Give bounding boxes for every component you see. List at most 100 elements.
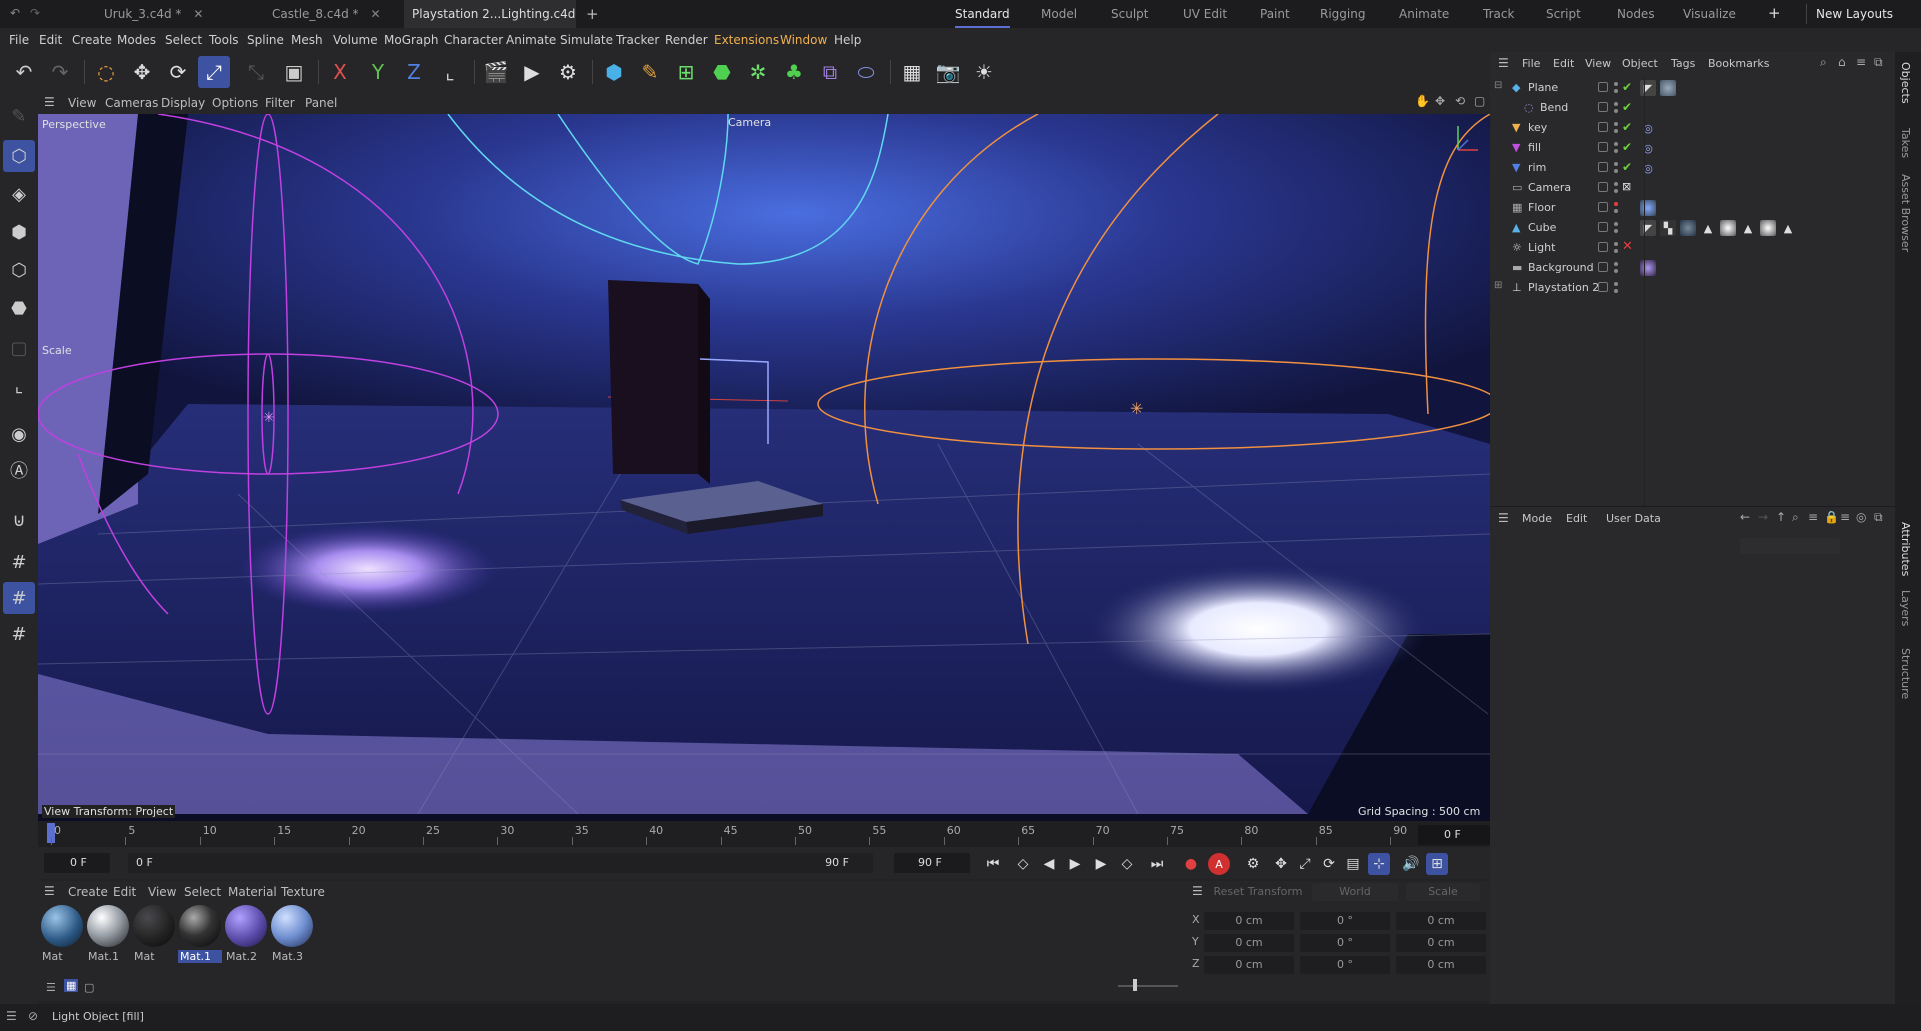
model-mode-icon[interactable]: ⬡: [3, 140, 35, 172]
material-swatch[interactable]: Mat.3: [270, 905, 314, 967]
expand-icon[interactable]: ⊞: [1494, 280, 1502, 291]
object-row-cube[interactable]: ▲ Cube ◤ ▚ ▲ ▲ ▲: [1490, 218, 1895, 238]
workplane-grid-icon[interactable]: #: [3, 546, 35, 578]
phong-tag-icon[interactable]: ◤: [1640, 80, 1656, 96]
locked-workplane-icon[interactable]: #: [3, 618, 35, 650]
edit-visibility-icon[interactable]: [1598, 82, 1608, 92]
forward-arrow-icon[interactable]: →: [1758, 510, 1768, 524]
menu-create[interactable]: Create: [72, 28, 112, 52]
scale-icon[interactable]: ⤢: [198, 56, 230, 88]
editor-visibility-dot[interactable]: [1614, 262, 1618, 266]
viewport-menu-panel[interactable]: Panel: [305, 92, 337, 114]
enabled-check-icon[interactable]: ✔: [1622, 140, 1632, 154]
filter-icon[interactable]: ≡: [1856, 55, 1866, 69]
edit-visibility-icon[interactable]: [1598, 102, 1608, 112]
uvw-tag-icon[interactable]: ▚: [1660, 220, 1676, 236]
grid-view-icon[interactable]: ▦: [64, 979, 79, 992]
rotate-icon[interactable]: ⟳: [162, 56, 194, 88]
menu-simulate[interactable]: Simulate: [560, 28, 613, 52]
auto-snap-icon[interactable]: Ⓐ: [3, 454, 35, 486]
texture-mode-icon[interactable]: ◈: [3, 178, 35, 210]
object-menu-view[interactable]: View: [1585, 52, 1611, 76]
object-row-camera[interactable]: ▭ Camera ⊠: [1490, 178, 1895, 198]
key-rotation-icon[interactable]: ⟳: [1318, 853, 1340, 875]
material-menu-texture[interactable]: Texture: [281, 881, 325, 903]
move-icon[interactable]: ✥: [126, 56, 158, 88]
extrude-icon[interactable]: ⬣: [706, 56, 738, 88]
object-row-bend[interactable]: ◌ Bend ✔: [1490, 98, 1895, 118]
attr-menu-edit[interactable]: Edit: [1566, 507, 1587, 531]
layout-script[interactable]: Script: [1546, 0, 1581, 28]
settings-icon[interactable]: ≡: [1840, 510, 1850, 524]
target-icon[interactable]: ◎: [1856, 510, 1866, 524]
menu-volume[interactable]: Volume: [333, 28, 378, 52]
axis-mode-icon[interactable]: ⌞: [3, 370, 35, 402]
position-z-field[interactable]: 0 cm: [1204, 956, 1294, 974]
document-tab[interactable]: Castle_8.c4d * ✕: [230, 0, 400, 28]
editor-visibility-dot[interactable]: [1614, 182, 1618, 186]
redo-icon[interactable]: ↷: [44, 56, 76, 88]
menu-mesh[interactable]: Mesh: [291, 28, 323, 52]
layout-nodes[interactable]: Nodes: [1617, 0, 1655, 28]
edit-visibility-icon[interactable]: [1598, 162, 1608, 172]
enabled-check-icon[interactable]: ✔: [1622, 80, 1632, 94]
render-settings-icon[interactable]: ⚙: [552, 56, 584, 88]
attributes-field[interactable]: [1740, 538, 1840, 554]
cube-primitive-icon[interactable]: ⬢: [598, 56, 630, 88]
menu-help[interactable]: Help: [834, 28, 861, 52]
edit-visibility-icon[interactable]: [1598, 242, 1608, 252]
viewport-menu-options[interactable]: Options: [212, 92, 258, 114]
list-view-icon[interactable]: ☰: [46, 981, 56, 994]
coordinate-system-icon[interactable]: ⌞: [434, 56, 466, 88]
edges-mode-icon[interactable]: ⬡: [3, 254, 35, 286]
object-row-playstation-2[interactable]: ⊞ ⊥ Playstation 2: [1490, 278, 1895, 298]
render-visibility-dot[interactable]: [1614, 89, 1618, 93]
document-tab[interactable]: Uruk_3.c4d * ✕: [66, 0, 226, 28]
menu-edit[interactable]: Edit: [39, 28, 62, 52]
side-tab-layers[interactable]: Layers: [1899, 590, 1912, 626]
material-menu-material[interactable]: Material: [228, 881, 277, 903]
new-tab-icon[interactable]: +: [586, 5, 599, 23]
object-menu-edit[interactable]: Edit: [1553, 52, 1574, 76]
material-menu-view[interactable]: View: [148, 881, 176, 903]
rotation-x-field[interactable]: 0 °: [1300, 912, 1390, 930]
scale-z-field[interactable]: 0 cm: [1396, 956, 1486, 974]
material-tag-icon[interactable]: [1640, 260, 1656, 276]
light-icon[interactable]: ☀: [968, 56, 1000, 88]
editor-visibility-dot[interactable]: [1614, 122, 1618, 126]
menu-render[interactable]: Render: [665, 28, 708, 52]
mograph-icon[interactable]: ♣: [778, 56, 810, 88]
points-mode-icon[interactable]: ⬢: [3, 216, 35, 248]
field-icon[interactable]: ⬭: [850, 56, 882, 88]
uv-mode-icon[interactable]: ▢: [3, 332, 35, 364]
material-menu-edit[interactable]: Edit: [113, 881, 136, 903]
undo-icon[interactable]: ↶: [8, 56, 40, 88]
document-tab-active[interactable]: Playstation 2...Lighting.c4d *✕: [404, 0, 576, 49]
viewport-move-icon[interactable]: ✥: [1435, 94, 1445, 108]
key-pla-icon[interactable]: ⊹: [1368, 853, 1390, 875]
object-menu-object[interactable]: Object: [1622, 52, 1658, 76]
snap-grid-icon[interactable]: #: [3, 582, 35, 614]
viewport-pan-icon[interactable]: ✋: [1415, 94, 1430, 108]
attr-menu-user-data[interactable]: User Data: [1606, 507, 1661, 531]
selection-tag-icon[interactable]: ▲: [1780, 220, 1796, 236]
polygons-mode-icon[interactable]: ⬣: [3, 292, 35, 324]
menu-mograph[interactable]: MoGraph: [384, 28, 439, 52]
add-layout-icon[interactable]: +: [1768, 4, 1781, 22]
z-axis-icon[interactable]: Z: [398, 56, 430, 88]
disabled-cross-icon[interactable]: ✕: [1622, 239, 1633, 254]
new-window-icon[interactable]: ⧉: [1874, 55, 1883, 70]
viewport-menu-view[interactable]: View: [68, 92, 96, 114]
object-hamburger-icon[interactable]: ☰: [1498, 56, 1509, 70]
menu-modes[interactable]: Modes: [117, 28, 156, 52]
material-swatch[interactable]: Mat.1: [178, 905, 222, 967]
key-position-icon[interactable]: ✥: [1270, 853, 1292, 875]
zoom-slider-handle[interactable]: [1133, 979, 1137, 991]
menu-character[interactable]: Character: [444, 28, 503, 52]
key-scale-icon[interactable]: ⤢: [1294, 853, 1316, 875]
layout-model[interactable]: Model: [1041, 0, 1077, 28]
live-selection-icon[interactable]: ◌: [90, 56, 122, 88]
y-axis-icon[interactable]: Y: [362, 56, 394, 88]
layout-track[interactable]: Track: [1483, 0, 1514, 28]
object-menu-file[interactable]: File: [1522, 52, 1540, 76]
